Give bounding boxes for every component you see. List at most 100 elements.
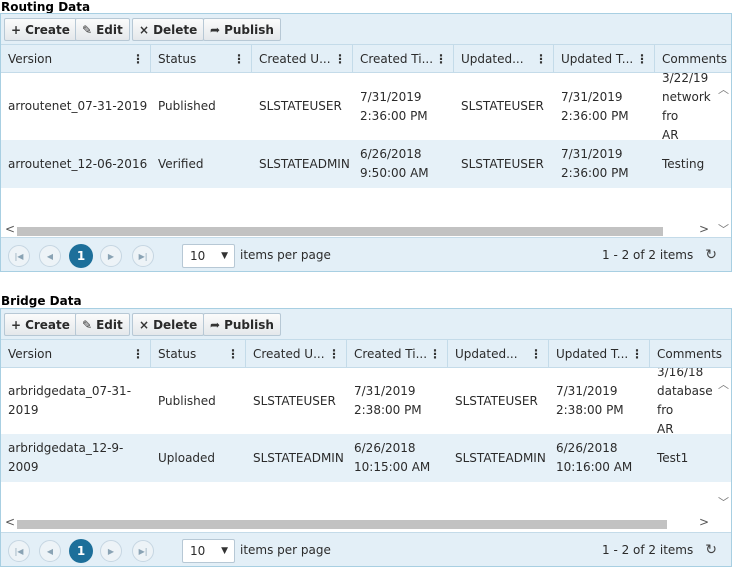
bridge-publish-button[interactable]: ➦ Publish bbox=[203, 313, 281, 336]
cell-comments: 3/16/18 database fro AR bbox=[657, 368, 713, 434]
cell-updated-user: SLSTATEUSER bbox=[461, 99, 544, 113]
cell-comments: Test1 bbox=[657, 450, 689, 465]
column-menu-icon[interactable]: ⋮ bbox=[334, 45, 346, 73]
bridge-rows: arbridgedata_07-31-2019 Published SLSTAT… bbox=[1, 368, 731, 532]
last-page-icon[interactable]: ▶| bbox=[132, 245, 154, 267]
items-per-page-label: items per page bbox=[240, 248, 331, 262]
refresh-icon[interactable]: ↻ bbox=[705, 247, 717, 263]
routing-edit-button[interactable]: ✎ Edit bbox=[75, 18, 130, 41]
routing-data-grid: + Create ✎ Edit × Delete ➦ Publish Version ⋮ … bbox=[0, 13, 732, 272]
column-menu-icon[interactable]: ⋮ bbox=[435, 45, 447, 73]
share-arrow-icon: ➦ bbox=[210, 22, 221, 37]
routing-col-updated-user[interactable]: Updated... ⋮ bbox=[454, 45, 554, 73]
cell-comments: Testing bbox=[662, 156, 705, 171]
bridge-col-created-time[interactable]: Created Ti... ⋮ bbox=[347, 340, 448, 368]
column-menu-icon[interactable]: ⋮ bbox=[328, 340, 340, 368]
routing-col-updated-time[interactable]: Updated T... ⋮ bbox=[554, 45, 655, 73]
prev-page-icon[interactable]: ◀ bbox=[39, 540, 61, 562]
bridge-edit-button[interactable]: ✎ Edit bbox=[75, 313, 130, 336]
first-page-icon[interactable]: |◀ bbox=[8, 245, 30, 267]
scroll-right-icon[interactable]: > bbox=[699, 515, 709, 529]
close-icon: × bbox=[139, 317, 150, 332]
bridge-pager: |◀ ◀ 1 ▶ ▶| 10 ▼ items per page 1 - 2 of … bbox=[1, 532, 731, 566]
scroll-down-icon[interactable]: ﹀ bbox=[718, 494, 729, 510]
bridge-col-created-user[interactable]: Created U... ⋮ bbox=[246, 340, 347, 368]
scrollbar-thumb[interactable] bbox=[17, 520, 667, 529]
close-icon: × bbox=[139, 22, 150, 37]
plus-icon: + bbox=[11, 22, 22, 37]
bridge-col-status[interactable]: Status ⋮ bbox=[151, 340, 246, 368]
next-page-icon[interactable]: ▶ bbox=[100, 540, 122, 562]
cell-updated-user: SLSTATEADMIN bbox=[455, 450, 546, 465]
current-page-button[interactable]: 1 bbox=[69, 244, 93, 268]
prev-page-icon[interactable]: ◀ bbox=[39, 245, 61, 267]
column-menu-icon[interactable]: ⋮ bbox=[227, 340, 239, 368]
routing-delete-button[interactable]: × Delete bbox=[132, 18, 205, 41]
bridge-delete-button[interactable]: × Delete bbox=[132, 313, 205, 336]
bridge-col-updated-user[interactable]: Updated... ⋮ bbox=[448, 340, 549, 368]
pencil-icon: ✎ bbox=[82, 22, 93, 37]
current-page-button[interactable]: 1 bbox=[69, 539, 93, 563]
scroll-right-icon[interactable]: > bbox=[699, 222, 709, 236]
bridge-data-title: Bridge Data bbox=[1, 294, 82, 308]
cell-created-user: SLSTATEADMIN bbox=[253, 450, 344, 465]
routing-col-status[interactable]: Status ⋮ bbox=[151, 45, 252, 73]
cell-updated-time: 7/31/2019 2:36:00 PM bbox=[561, 89, 629, 123]
cell-created-time: 6/26/2018 10:15:00 AM bbox=[354, 441, 431, 474]
cell-version: arbridgedata_12-9-2009 bbox=[8, 441, 124, 474]
column-menu-icon[interactable]: ⋮ bbox=[132, 340, 144, 368]
table-row[interactable]: arroutenet_07-31-2019 Published SLSTATEU… bbox=[1, 73, 731, 140]
page-size-select[interactable]: 10 ▼ bbox=[182, 244, 235, 268]
page-size-select[interactable]: 10 ▼ bbox=[182, 539, 235, 563]
cell-created-user: SLSTATEUSER bbox=[253, 393, 336, 408]
horizontal-scrollbar[interactable]: < > bbox=[1, 515, 731, 530]
routing-create-button[interactable]: + Create bbox=[4, 18, 77, 41]
first-page-icon[interactable]: |◀ bbox=[8, 540, 30, 562]
cell-status: Published bbox=[158, 393, 216, 408]
pager-summary: 1 - 2 of 2 items bbox=[602, 543, 694, 557]
cell-updated-user: SLSTATEUSER bbox=[461, 156, 544, 171]
scroll-up-icon[interactable]: ︿ bbox=[718, 81, 729, 97]
routing-col-comments[interactable]: Comments bbox=[655, 45, 731, 73]
cell-updated-time: 7/31/2019 2:38:00 PM bbox=[556, 384, 624, 417]
column-menu-icon[interactable]: ⋮ bbox=[530, 340, 542, 368]
cell-comments: 3/22/19 network fro AR bbox=[662, 73, 711, 140]
column-menu-icon[interactable]: ⋮ bbox=[631, 340, 643, 368]
cell-created-time: 6/26/2018 9:50:00 AM bbox=[360, 147, 429, 180]
refresh-icon[interactable]: ↻ bbox=[705, 542, 717, 558]
chevron-down-icon: ▼ bbox=[221, 546, 228, 556]
column-menu-icon[interactable]: ⋮ bbox=[132, 45, 144, 73]
scroll-left-icon[interactable]: < bbox=[5, 222, 15, 236]
routing-publish-button[interactable]: ➦ Publish bbox=[203, 18, 281, 41]
routing-pager: |◀ ◀ 1 ▶ ▶| 10 ▼ items per page 1 - 2 of … bbox=[1, 237, 731, 271]
column-menu-icon[interactable]: ⋮ bbox=[535, 45, 547, 73]
pager-summary: 1 - 2 of 2 items bbox=[602, 248, 694, 262]
cell-created-time: 7/31/2019 2:38:00 PM bbox=[354, 384, 422, 417]
items-per-page-label: items per page bbox=[240, 543, 331, 557]
column-menu-icon[interactable]: ⋮ bbox=[233, 45, 245, 73]
scroll-left-icon[interactable]: < bbox=[5, 515, 15, 529]
bridge-col-comments[interactable]: Comments bbox=[650, 340, 731, 368]
last-page-icon[interactable]: ▶| bbox=[132, 540, 154, 562]
column-menu-icon[interactable]: ⋮ bbox=[636, 45, 648, 73]
table-row[interactable]: arbridgedata_07-31-2019 Published SLSTAT… bbox=[1, 368, 731, 434]
bridge-col-updated-time[interactable]: Updated T... ⋮ bbox=[549, 340, 650, 368]
cell-created-user: SLSTATEUSER bbox=[259, 99, 342, 113]
routing-col-version[interactable]: Version ⋮ bbox=[1, 45, 151, 73]
cell-status: Verified bbox=[158, 156, 204, 171]
next-page-icon[interactable]: ▶ bbox=[100, 245, 122, 267]
routing-col-created-user[interactable]: Created U... ⋮ bbox=[252, 45, 353, 73]
cell-status: Uploaded bbox=[158, 450, 216, 465]
table-row[interactable]: arroutenet_12-06-2016 Verified SLSTATEAD… bbox=[1, 140, 731, 188]
table-row[interactable]: arbridgedata_12-9-2009 Uploaded SLSTATEA… bbox=[1, 434, 731, 482]
bridge-col-version[interactable]: Version ⋮ bbox=[1, 340, 151, 368]
scrollbar-thumb[interactable] bbox=[17, 227, 663, 236]
scroll-up-icon[interactable]: ︿ bbox=[718, 376, 729, 392]
routing-col-created-time[interactable]: Created Ti... ⋮ bbox=[353, 45, 454, 73]
bridge-create-button[interactable]: + Create bbox=[4, 313, 77, 336]
cell-version: arbridgedata_07-31-2019 bbox=[8, 384, 132, 417]
column-menu-icon[interactable]: ⋮ bbox=[429, 340, 441, 368]
horizontal-scrollbar[interactable]: < > bbox=[1, 222, 731, 237]
cell-version: arroutenet_07-31-2019 bbox=[8, 99, 148, 113]
cell-updated-time: 7/31/2019 2:36:00 PM bbox=[561, 147, 629, 180]
